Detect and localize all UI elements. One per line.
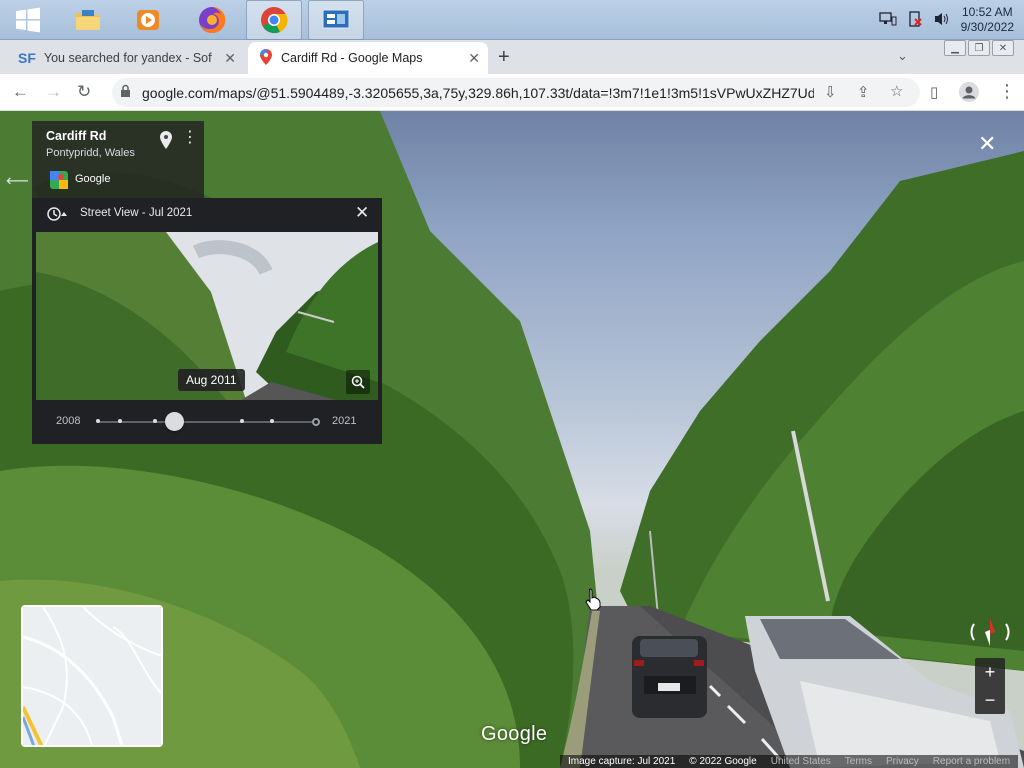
tab-title: You searched for yandex - Soft Fe [43,51,212,65]
url-text[interactable]: google.com/maps/@51.5904489,-3.3205655,3… [142,85,814,101]
zoom-in-button[interactable]: + [975,658,1005,686]
provider-label: Google [75,173,111,185]
volume-icon[interactable] [933,11,951,30]
control-panel-icon[interactable] [308,0,364,40]
map-pin-icon[interactable] [160,131,172,154]
capture-date-dot[interactable] [270,419,275,423]
capture-date-dot[interactable] [117,419,122,423]
tab-title: Cardiff Rd - Google Maps [281,51,423,65]
tab-close-icon[interactable]: ✕ [224,50,236,67]
file-explorer-icon[interactable] [60,0,116,40]
close-street-view-icon[interactable]: ✕ [978,131,996,157]
tab-google-maps[interactable]: Cardiff Rd - Google Maps ✕ [248,42,488,74]
chrome-icon[interactable] [246,0,302,40]
firefox-icon[interactable] [184,0,240,40]
slider-end-year: 2021 [332,415,357,427]
back-icon[interactable]: ← [12,82,29,102]
capture-date-dot[interactable] [152,419,157,423]
history-clock-icon[interactable] [46,206,68,227]
media-player-icon[interactable] [120,0,176,40]
place-name: Cardiff Rd [46,129,107,143]
report-problem-link[interactable]: Report a problem [933,756,1010,767]
network-icon[interactable] [878,11,897,30]
hand-cursor-icon [585,588,601,615]
install-icon[interactable]: ⇩ [824,83,837,101]
place-locality: Pontypridd, Wales [46,147,135,159]
softfe-favicon-icon: SF [18,50,36,66]
lock-icon [120,84,131,103]
history-header: Street View - Jul 2021 [80,207,193,219]
slider-start-year: 2008 [56,415,81,427]
system-tray: 10:52 AM 9/30/2022 [878,0,1014,40]
profile-avatar-icon[interactable] [959,82,979,102]
location-card: Cardiff Rd Pontypridd, Wales ⋮ Google [32,121,204,199]
zoom-in-thumbnail-icon[interactable] [346,370,370,394]
privacy-link[interactable]: Privacy [886,756,919,767]
address-bar[interactable]: google.com/maps/@51.5904489,-3.3205655,3… [112,78,920,107]
tab-soft-fe[interactable]: SF You searched for yandex - Soft Fe ✕ [0,42,244,74]
image-capture-date: Image capture: Jul 2021 [568,756,676,767]
history-slider[interactable] [96,412,320,431]
battery-icon[interactable] [907,10,923,31]
historical-imagery-thumbnail[interactable]: Aug 2011 [36,232,378,400]
new-tab-button[interactable]: + [498,46,510,69]
bookmark-star-icon[interactable]: ☆ [890,82,903,100]
street-view-canvas[interactable]: Cardiff Rd Pontypridd, Wales ⋮ Google ⟵ … [0,111,1024,768]
browser-toolbar: ← → ↻ google.com/maps/@51.5904489,-3.320… [0,74,1024,111]
close-history-icon[interactable]: ✕ [355,203,369,223]
google-maps-logo-icon [50,171,68,194]
tab-search-chevron-down-icon[interactable]: ⌄ [897,48,908,64]
more-options-icon[interactable]: ⋮ [182,127,198,147]
clock-date: 9/30/2022 [960,20,1014,34]
tab-close-icon[interactable]: ✕ [468,50,480,67]
copyright: © 2022 Google [689,756,757,767]
kebab-menu-icon[interactable]: ⋮ [998,81,1016,102]
slider-knob[interactable] [164,412,184,431]
close-window-button[interactable]: ✕ [992,40,1014,56]
capture-date-dot[interactable] [312,418,320,426]
windows-taskbar: 10:52 AM 9/30/2022 [0,0,1024,40]
windows-start-icon[interactable] [0,0,56,40]
reload-icon[interactable]: ↻ [77,82,91,102]
google-watermark: Google [481,723,548,745]
share-icon[interactable]: ⇪ [857,83,870,101]
maps-pin-favicon-icon [260,48,272,68]
zoom-out-button[interactable]: − [975,686,1005,714]
back-arrow-icon[interactable]: ⟵ [6,171,32,191]
minimize-button[interactable]: ▁ [944,40,966,56]
street-view-history-panel: Street View - Jul 2021 ✕ Aug 2011 2008 2… [32,198,382,444]
browser-tab-strip: SF You searched for yandex - Soft Fe ✕ C… [0,40,1024,74]
capture-date-dot[interactable] [239,419,244,423]
map-footer: Image capture: Jul 2021 © 2022 Google Un… [560,755,1019,768]
compass-icon[interactable] [968,612,1012,652]
window-controls: ▁ ❐ ✕ [944,40,1014,56]
zoom-controls: + − [975,658,1005,714]
forward-icon[interactable]: → [45,82,62,102]
clock-time: 10:52 AM [961,5,1013,19]
side-panel-icon[interactable]: ▯ [930,83,938,101]
terms-link[interactable]: Terms [845,756,872,767]
capture-date-dot[interactable] [96,419,100,423]
restore-button[interactable]: ❐ [968,40,990,56]
mini-map[interactable] [21,605,163,747]
date-tooltip: Aug 2011 [178,369,245,391]
country-link[interactable]: United States [771,756,831,767]
system-clock[interactable]: 10:52 AM 9/30/2022 [961,5,1014,35]
